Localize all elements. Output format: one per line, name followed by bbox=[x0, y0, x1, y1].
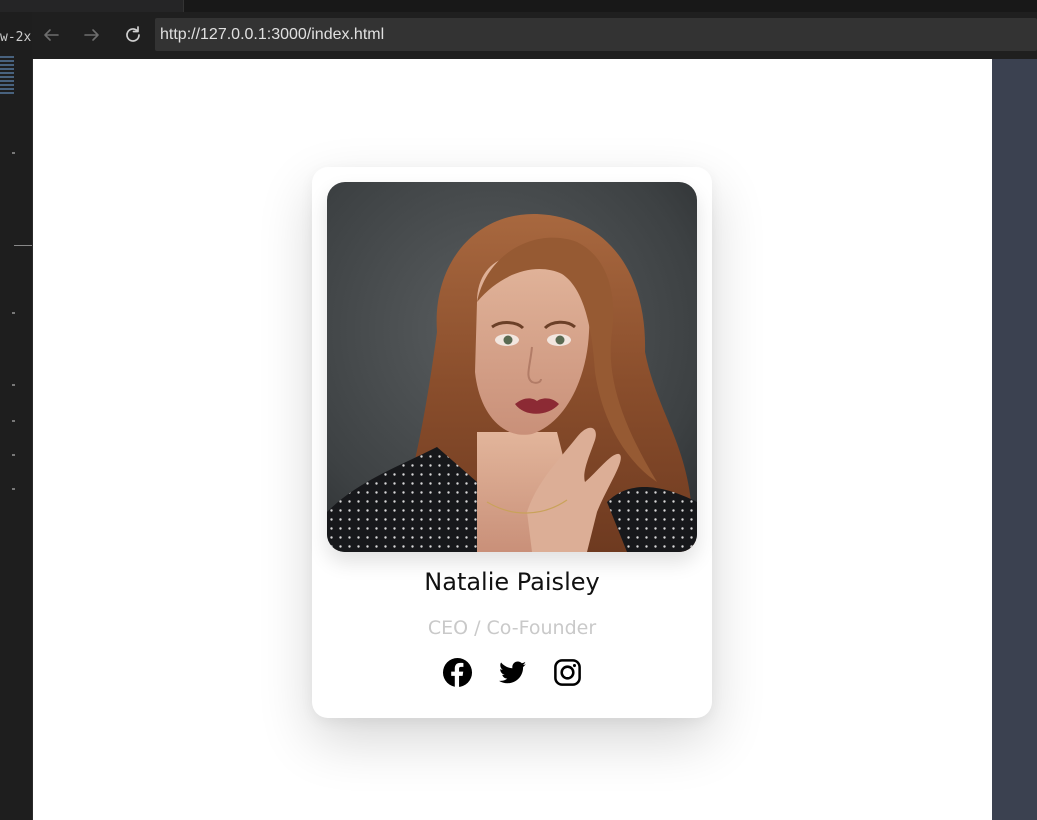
editor-gutter: w-2x bbox=[0, 12, 33, 820]
gutter-mark bbox=[12, 488, 15, 490]
editor-tab-label[interactable]: w-2x bbox=[0, 30, 31, 45]
social-links bbox=[312, 657, 712, 689]
reload-icon bbox=[126, 26, 140, 42]
editor-tab-area[interactable] bbox=[0, 0, 184, 12]
back-button[interactable] bbox=[36, 21, 66, 49]
profile-name: Natalie Paisley bbox=[424, 568, 600, 596]
minimap[interactable] bbox=[0, 56, 14, 96]
forward-button[interactable] bbox=[77, 21, 107, 49]
gutter-divider bbox=[14, 245, 32, 246]
arrow-right-icon bbox=[84, 29, 99, 41]
window-top-strip bbox=[0, 0, 1037, 12]
twitter-icon[interactable] bbox=[497, 657, 528, 688]
instagram-icon[interactable] bbox=[552, 657, 583, 688]
gutter-mark bbox=[12, 384, 15, 386]
gutter-mark bbox=[12, 420, 15, 422]
gutter-mark bbox=[12, 152, 15, 154]
url-input[interactable]: http://127.0.0.1:3000/index.html bbox=[155, 18, 1037, 51]
profile-card: Natalie Paisley CEO / Co-Founder bbox=[312, 167, 712, 718]
gutter-mark bbox=[12, 312, 15, 314]
facebook-icon[interactable] bbox=[442, 657, 473, 688]
browser-nav-bar: http://127.0.0.1:3000/index.html bbox=[32, 12, 1037, 59]
arrow-left-icon bbox=[44, 29, 59, 41]
side-panel bbox=[992, 59, 1037, 820]
profile-photo bbox=[327, 182, 697, 552]
reload-button[interactable] bbox=[118, 21, 148, 49]
gutter-mark bbox=[12, 454, 15, 456]
profile-role: CEO / Co-Founder bbox=[427, 617, 597, 639]
page-viewport: Natalie Paisley CEO / Co-Founder bbox=[33, 59, 992, 820]
